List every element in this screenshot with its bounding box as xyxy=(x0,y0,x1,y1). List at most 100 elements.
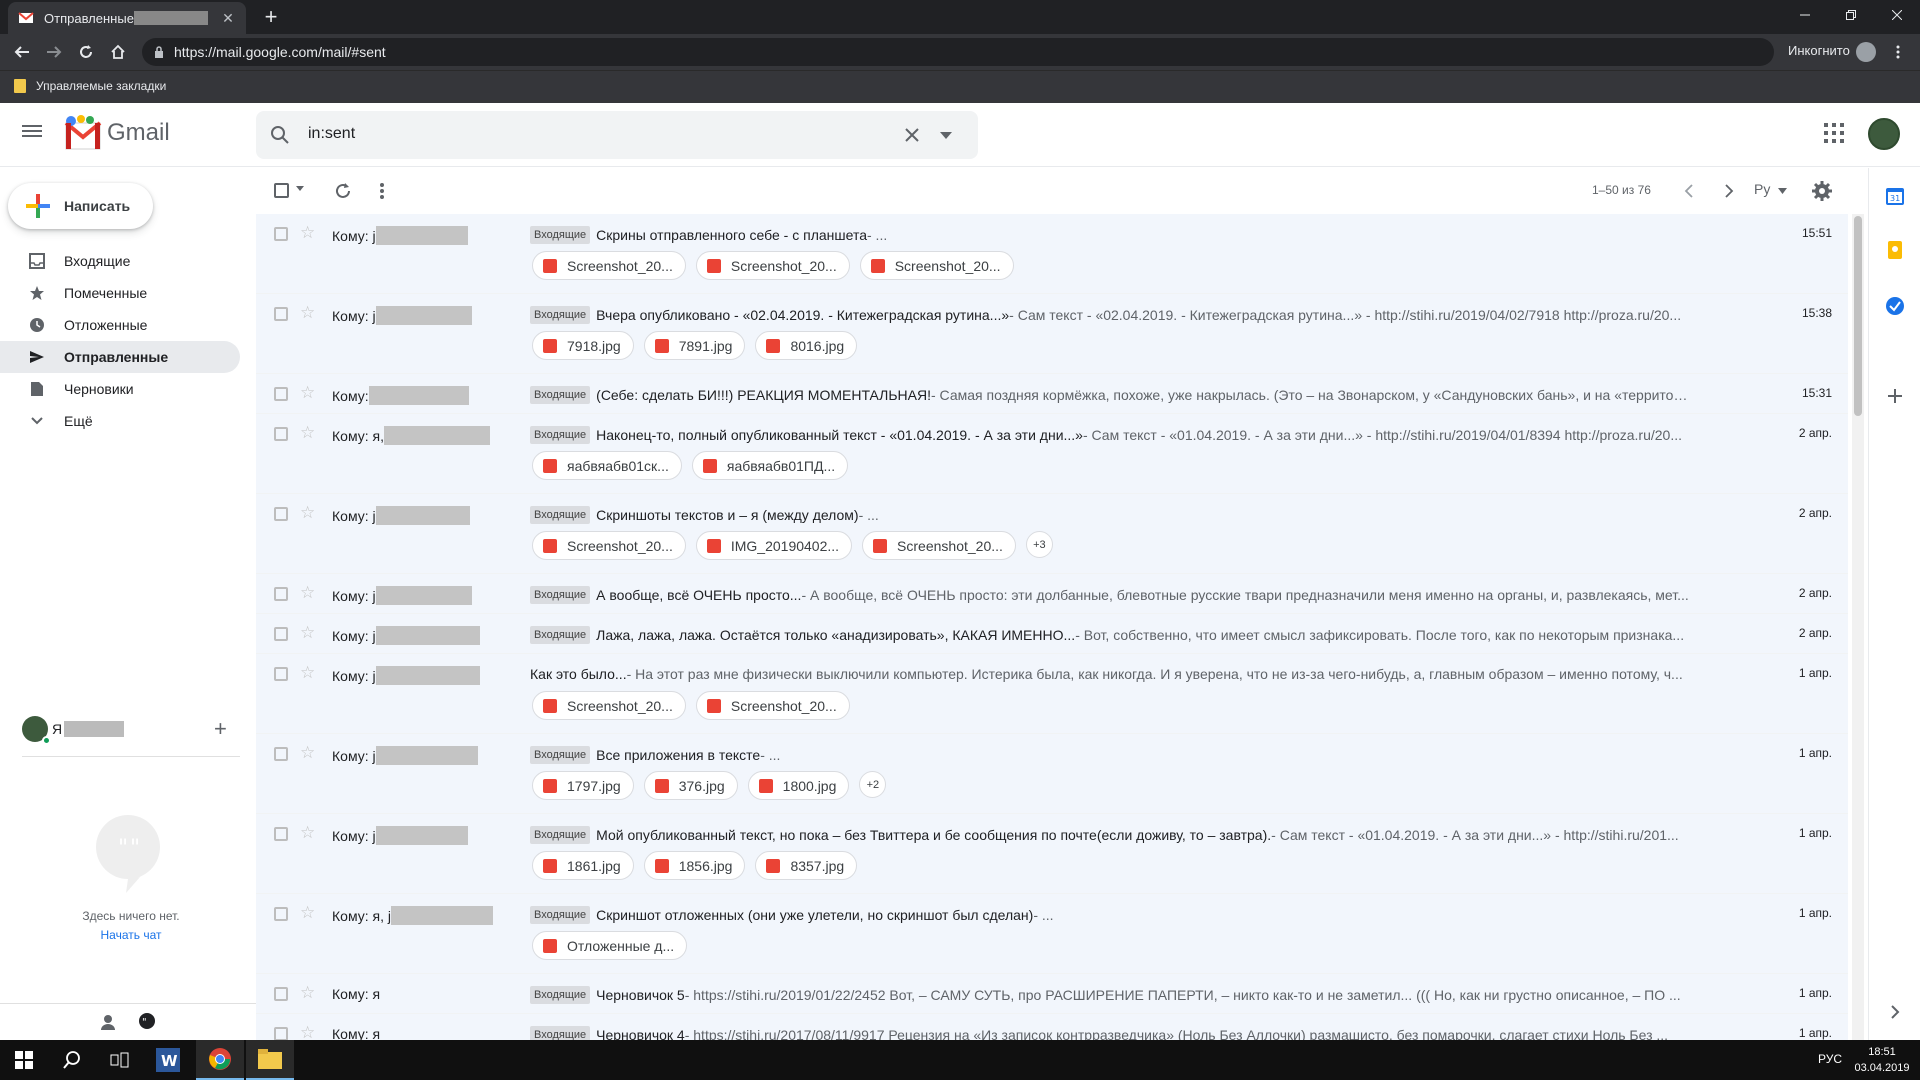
chrome-app-icon[interactable] xyxy=(196,1040,244,1080)
sidebar-item-drafts[interactable]: Черновики xyxy=(0,373,240,405)
attachment-chip[interactable]: 8357.jpg xyxy=(755,851,858,880)
hangouts-icon[interactable]: " xyxy=(138,1013,156,1031)
forward-icon[interactable] xyxy=(42,40,66,64)
sidebar-item-inbox[interactable]: Входящие xyxy=(0,245,240,277)
settings-gear-icon[interactable] xyxy=(1812,181,1832,201)
attachment-chip[interactable]: яабвяабв01ПД... xyxy=(691,451,849,480)
attachment-chip[interactable]: Screenshot_20... xyxy=(859,251,1014,280)
attachment-chip[interactable]: 1800.jpg xyxy=(747,771,850,800)
select-dropdown-icon[interactable] xyxy=(296,186,304,191)
hangouts-user[interactable]: Я xyxy=(22,716,125,745)
attachment-chip[interactable]: Отложенные д... xyxy=(532,931,688,960)
apps-grid-icon[interactable] xyxy=(1824,123,1848,147)
label-badge[interactable]: Входящие xyxy=(530,506,591,524)
row-checkbox[interactable] xyxy=(274,747,288,761)
scrollbar-thumb[interactable] xyxy=(1854,216,1862,416)
search-icon[interactable] xyxy=(270,125,290,145)
row-checkbox[interactable] xyxy=(274,827,288,841)
attachment-chip[interactable]: Screenshot_20... xyxy=(532,251,686,280)
email-row[interactable]: ☆ Кому: я, Входящие Наконец-то, полный опуб… xyxy=(256,414,1848,494)
label-badge[interactable]: Входящие xyxy=(530,306,591,324)
scrollbar[interactable] xyxy=(1852,214,1864,1040)
row-checkbox[interactable] xyxy=(274,387,288,401)
star-toggle-icon[interactable]: ☆ xyxy=(300,744,315,761)
attachment-chip[interactable]: 1797.jpg xyxy=(532,771,634,800)
star-toggle-icon[interactable]: ☆ xyxy=(300,664,315,681)
restore-button[interactable] xyxy=(1828,0,1874,30)
row-checkbox[interactable] xyxy=(274,987,288,1001)
email-row[interactable]: ☆ Кому: j Входящие Вчера опубликовано - «02… xyxy=(256,294,1848,374)
row-checkbox[interactable] xyxy=(274,227,288,241)
browser-tab[interactable]: Отправленные - j ✕ xyxy=(8,2,246,34)
task-view-icon[interactable] xyxy=(96,1040,144,1080)
email-row[interactable]: ☆ Кому: я, j Входящие Скриншот отложенных (… xyxy=(256,894,1848,974)
more-attachments-badge[interactable]: +3 xyxy=(1025,531,1053,558)
email-row[interactable]: ☆ Кому: я Входящие Черновичок 5 - https://s… xyxy=(256,974,1848,1014)
row-checkbox[interactable] xyxy=(274,667,288,681)
keep-icon[interactable] xyxy=(1885,240,1905,260)
label-badge[interactable]: Входящие xyxy=(530,226,591,244)
word-app-icon[interactable]: W xyxy=(144,1040,192,1080)
lang-dropdown-icon[interactable] xyxy=(1778,188,1787,194)
sidebar-item-snoozed[interactable]: Отложенные xyxy=(0,309,240,341)
attachment-chip[interactable]: яабвяабв01ск... xyxy=(532,451,682,480)
star-toggle-icon[interactable]: ☆ xyxy=(300,984,315,1001)
email-row[interactable]: ☆ Кому: j Входящие Мой опубликованный текст… xyxy=(256,814,1848,894)
new-tab-button[interactable]: + xyxy=(258,4,284,30)
tasks-icon[interactable] xyxy=(1885,296,1905,316)
email-row[interactable]: ☆ Кому: j Входящие А вообще, всё ОЧЕНЬ прос… xyxy=(256,574,1848,614)
star-toggle-icon[interactable]: ☆ xyxy=(300,384,315,401)
email-row[interactable]: ☆ Кому: j Входящие Все приложения в тексте … xyxy=(256,734,1848,814)
row-checkbox[interactable] xyxy=(274,587,288,601)
row-checkbox[interactable] xyxy=(274,1027,288,1040)
email-row[interactable]: ☆ Кому: Входящие (Себе: сделать БИ!!!) РЕАК… xyxy=(256,374,1848,414)
email-row[interactable]: ☆ Кому: я Входящие Черновичок 4 - https://s… xyxy=(256,1014,1848,1040)
label-badge[interactable]: Входящие xyxy=(530,826,591,844)
add-addon-icon[interactable] xyxy=(1885,386,1905,406)
file-explorer-icon[interactable] xyxy=(246,1040,294,1080)
sidebar-item-more[interactable]: Ещё xyxy=(0,405,240,437)
gmail-logo[interactable]: Gmail xyxy=(63,115,170,151)
system-clock[interactable]: 18:51 03.04.2019 xyxy=(1854,1044,1910,1076)
search-options-icon[interactable] xyxy=(940,132,952,139)
attachment-chip[interactable]: Screenshot_20... xyxy=(862,531,1016,560)
attachment-chip[interactable]: 8016.jpg xyxy=(755,331,858,360)
label-badge[interactable]: Входящие xyxy=(530,906,591,924)
more-attachments-badge[interactable]: +2 xyxy=(859,771,887,798)
star-toggle-icon[interactable]: ☆ xyxy=(300,304,315,321)
star-toggle-icon[interactable]: ☆ xyxy=(300,624,315,641)
star-toggle-icon[interactable]: ☆ xyxy=(300,584,315,601)
compose-button[interactable]: Написать xyxy=(8,183,153,229)
main-menu-icon[interactable] xyxy=(22,123,46,147)
close-window-button[interactable] xyxy=(1874,0,1920,30)
calendar-icon[interactable]: 31 xyxy=(1885,186,1905,206)
search-input[interactable] xyxy=(308,125,888,143)
incognito-icon[interactable] xyxy=(1856,42,1876,62)
contacts-icon[interactable] xyxy=(100,1014,116,1030)
label-badge[interactable]: Входящие xyxy=(530,386,591,404)
row-checkbox[interactable] xyxy=(274,507,288,521)
attachment-chip[interactable]: 7891.jpg xyxy=(643,331,746,360)
attachment-chip[interactable]: IMG_20190402... xyxy=(695,531,853,560)
row-checkbox[interactable] xyxy=(274,307,288,321)
prev-page-icon[interactable] xyxy=(1684,184,1694,198)
taskbar-search-icon[interactable] xyxy=(48,1040,96,1080)
attachment-chip[interactable]: 1856.jpg xyxy=(643,851,746,880)
attachment-chip[interactable]: Screenshot_20... xyxy=(532,691,686,720)
star-toggle-icon[interactable]: ☆ xyxy=(300,1024,315,1040)
attachment-chip[interactable]: Screenshot_20... xyxy=(695,691,850,720)
email-row[interactable]: ☆ Кому: j Входящие Скриншоты текстов и – я … xyxy=(256,494,1848,574)
email-row[interactable]: ☆ Кому: j Входящие Лажа, лажа, лажа. Остаёт… xyxy=(256,614,1848,654)
reload-icon[interactable] xyxy=(74,40,98,64)
attachment-chip[interactable]: 376.jpg xyxy=(643,771,738,800)
address-bar[interactable]: https://mail.google.com/mail/#sent xyxy=(142,38,1774,66)
next-page-icon[interactable] xyxy=(1724,184,1734,198)
attachment-chip[interactable]: 7918.jpg xyxy=(532,331,634,360)
label-badge[interactable]: Входящие xyxy=(530,626,591,644)
row-checkbox[interactable] xyxy=(274,627,288,641)
row-checkbox[interactable] xyxy=(274,907,288,921)
home-icon[interactable] xyxy=(106,40,130,64)
bookmark-managed[interactable]: Управляемые закладки xyxy=(14,79,166,93)
back-icon[interactable] xyxy=(10,40,34,64)
star-toggle-icon[interactable]: ☆ xyxy=(300,824,315,841)
